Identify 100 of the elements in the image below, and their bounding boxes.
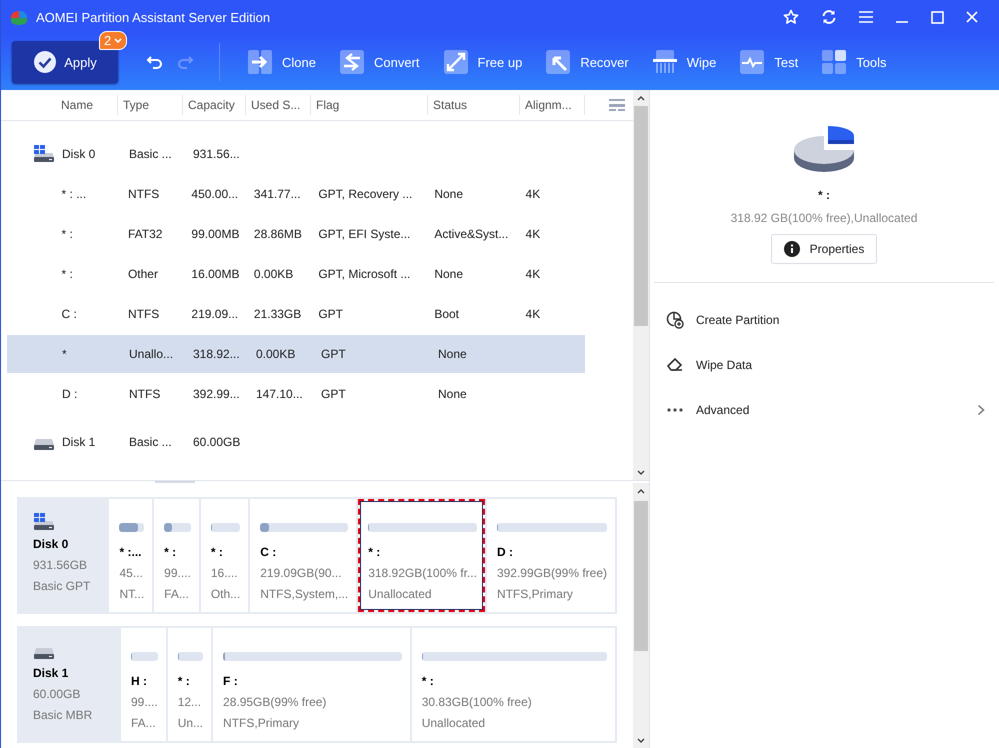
- disk-card[interactable]: Disk 0 931.56GB Basic GPT * :... 45... NT... * : 99.... FA... * : 16.... Oth... C : 219.09GB(90... NTFS,System,... * : 318.92GB(100% fr... Unallocated D : 392.99GB(99% free) NTFS,Primary: [17, 497, 617, 614]
- partition-name: * :: [368, 545, 382, 559]
- refresh-icon[interactable]: [821, 9, 837, 25]
- partition-size: 318.92GB(100% fr...: [368, 566, 477, 580]
- partition-name: * :...: [119, 545, 142, 559]
- table-cell-text: GPT, EFI Syste...: [317, 227, 412, 241]
- info-icon: [784, 241, 800, 257]
- column-header[interactable]: Type: [118, 95, 183, 115]
- menu-icon[interactable]: [859, 11, 873, 23]
- toolbar-button[interactable]: Recover: [534, 42, 641, 82]
- partition-block[interactable]: C : 219.09GB(90... NTFS,System,...: [250, 499, 356, 612]
- table-cell-text: 450.00...: [190, 187, 240, 201]
- toolbar-button[interactable]: Wipe: [640, 42, 728, 82]
- partition-type: FA...: [131, 716, 157, 730]
- partition-block[interactable]: * : 99.... FA...: [154, 499, 199, 612]
- partition-block[interactable]: * :... 45... NT...: [109, 499, 152, 612]
- partition-name: * :: [164, 545, 178, 559]
- table-cell-text: GPT: [317, 307, 344, 321]
- table-cell-text: None: [437, 347, 468, 361]
- toolbar-button[interactable]: Clone: [236, 42, 328, 82]
- table-cell-text: NTFS: [126, 187, 160, 201]
- partition-name: H :: [131, 674, 148, 688]
- column-header[interactable]: Status: [428, 95, 520, 115]
- eraser-icon: [666, 356, 684, 374]
- table-cell-text: 16.00MB: [190, 267, 240, 281]
- partition-type: Unallocated: [422, 716, 486, 730]
- table-cell-text: None: [437, 387, 468, 401]
- table-cell-text: 341.77...: [252, 187, 302, 201]
- partition-size: 28.95GB(99% free): [223, 695, 328, 709]
- pulse-icon: [740, 50, 764, 74]
- toolbar-button[interactable]: Convert: [328, 42, 432, 82]
- table-cell-text: GPT, Microsoft ...: [317, 267, 412, 281]
- partition-block[interactable]: * : 318.92GB(100% fr... Unallocated: [358, 499, 485, 612]
- star-icon[interactable]: [783, 9, 799, 25]
- scrollbar[interactable]: [633, 90, 649, 480]
- toolbar-button[interactable]: Tools: [810, 42, 899, 82]
- column-header[interactable]: Flag: [311, 95, 428, 115]
- table-cell-text: None: [433, 267, 464, 281]
- table-cell-text: * :: [60, 227, 74, 241]
- partition-block[interactable]: * : 16.... Oth...: [200, 499, 248, 612]
- table-cell-text: * :: [60, 267, 74, 281]
- partition-type: NT...: [119, 587, 144, 601]
- partition-name: * :: [422, 674, 435, 688]
- splitter-handle[interactable]: [155, 481, 195, 483]
- column-header[interactable]: Name: [1, 95, 118, 115]
- menu-item[interactable]: Create Partition: [650, 297, 999, 342]
- scroll-up-icon[interactable]: [637, 489, 645, 494]
- table-cell-text: 392.99...: [192, 387, 241, 401]
- scrollbar[interactable]: [633, 483, 649, 748]
- table-cell-text: 0.00KB: [252, 267, 294, 281]
- partition-block[interactable]: * : 12... Un...: [168, 628, 212, 741]
- selected-row[interactable]: * Unallo... 318.92... 0.00KB GPT None: [7, 335, 585, 373]
- menu-item[interactable]: Wipe Data: [650, 342, 999, 387]
- partition-type: Un...: [178, 716, 204, 730]
- partition-block[interactable]: * : 30.83GB(100% free) Unallocated: [412, 628, 616, 741]
- menu-item[interactable]: Advanced: [650, 387, 999, 432]
- table-cell-text: Disk 1: [61, 435, 96, 449]
- table-cell-text: * : ...: [60, 187, 88, 201]
- disk-name: Disk 1: [33, 666, 70, 680]
- partition-label: * :: [818, 188, 830, 202]
- app-logo-icon: [9, 9, 29, 25]
- disk-name: Disk 0: [33, 537, 70, 551]
- table-cell-text: Basic ...: [128, 435, 173, 449]
- disk-style: Basic MBR: [33, 708, 94, 722]
- table-cell-text: GPT, Recovery ...: [317, 187, 414, 201]
- disk-card[interactable]: Disk 1 60.00GB Basic MBR H : 99.... FA... * : 12... Un... F : 28.95GB(99% free) NTFS,Primary * : 30.83GB(100% free) Unallocated: [17, 626, 617, 743]
- undo-icon[interactable]: [146, 55, 164, 69]
- toolbar-button[interactable]: Free up: [432, 42, 534, 82]
- scroll-up-icon[interactable]: [637, 96, 645, 101]
- table-cell-text: 21.33GB: [252, 307, 302, 321]
- column-header[interactable]: Used S...: [246, 95, 311, 115]
- disk-style: Basic GPT: [33, 579, 92, 593]
- toolbar-button[interactable]: Test: [728, 42, 810, 82]
- partition-size: 392.99GB(99% free): [496, 566, 607, 580]
- partition-type: Unallocated: [368, 587, 433, 601]
- windows-disk-icon: [33, 513, 55, 531]
- column-header[interactable]: Alignm...: [520, 95, 585, 115]
- table-cell-text: 0.00KB: [255, 347, 296, 361]
- scroll-down-icon[interactable]: [637, 470, 645, 475]
- properties-button[interactable]: Properties: [770, 234, 878, 264]
- table-cell-text: *: [61, 347, 68, 361]
- partition-type: NTFS,Primary: [223, 716, 300, 730]
- partition-block[interactable]: H : 99.... FA...: [121, 628, 166, 741]
- partition-block[interactable]: F : 28.95GB(99% free) NTFS,Primary: [213, 628, 410, 741]
- expand-arrows-icon: [444, 50, 468, 74]
- table-cell-text: GPT: [320, 387, 347, 401]
- caret-icon: [114, 38, 122, 44]
- table-cell-text: Unallo...: [128, 347, 174, 361]
- maximize-icon[interactable]: [931, 10, 944, 24]
- partition-block[interactable]: D : 392.99GB(99% free) NTFS,Primary: [486, 499, 615, 612]
- scroll-down-icon[interactable]: [637, 738, 645, 743]
- close-icon[interactable]: [966, 11, 978, 23]
- shredder-icon: [652, 50, 677, 74]
- table-cell-text: 4K: [524, 267, 542, 281]
- table-cell-text: Disk 0: [61, 147, 96, 161]
- column-header[interactable]: Capacity: [183, 95, 246, 115]
- convert-icon: [340, 50, 364, 74]
- disk-size: 931.56GB: [33, 558, 88, 572]
- table-cell-text: 4K: [524, 307, 542, 321]
- check-icon: [33, 50, 58, 74]
